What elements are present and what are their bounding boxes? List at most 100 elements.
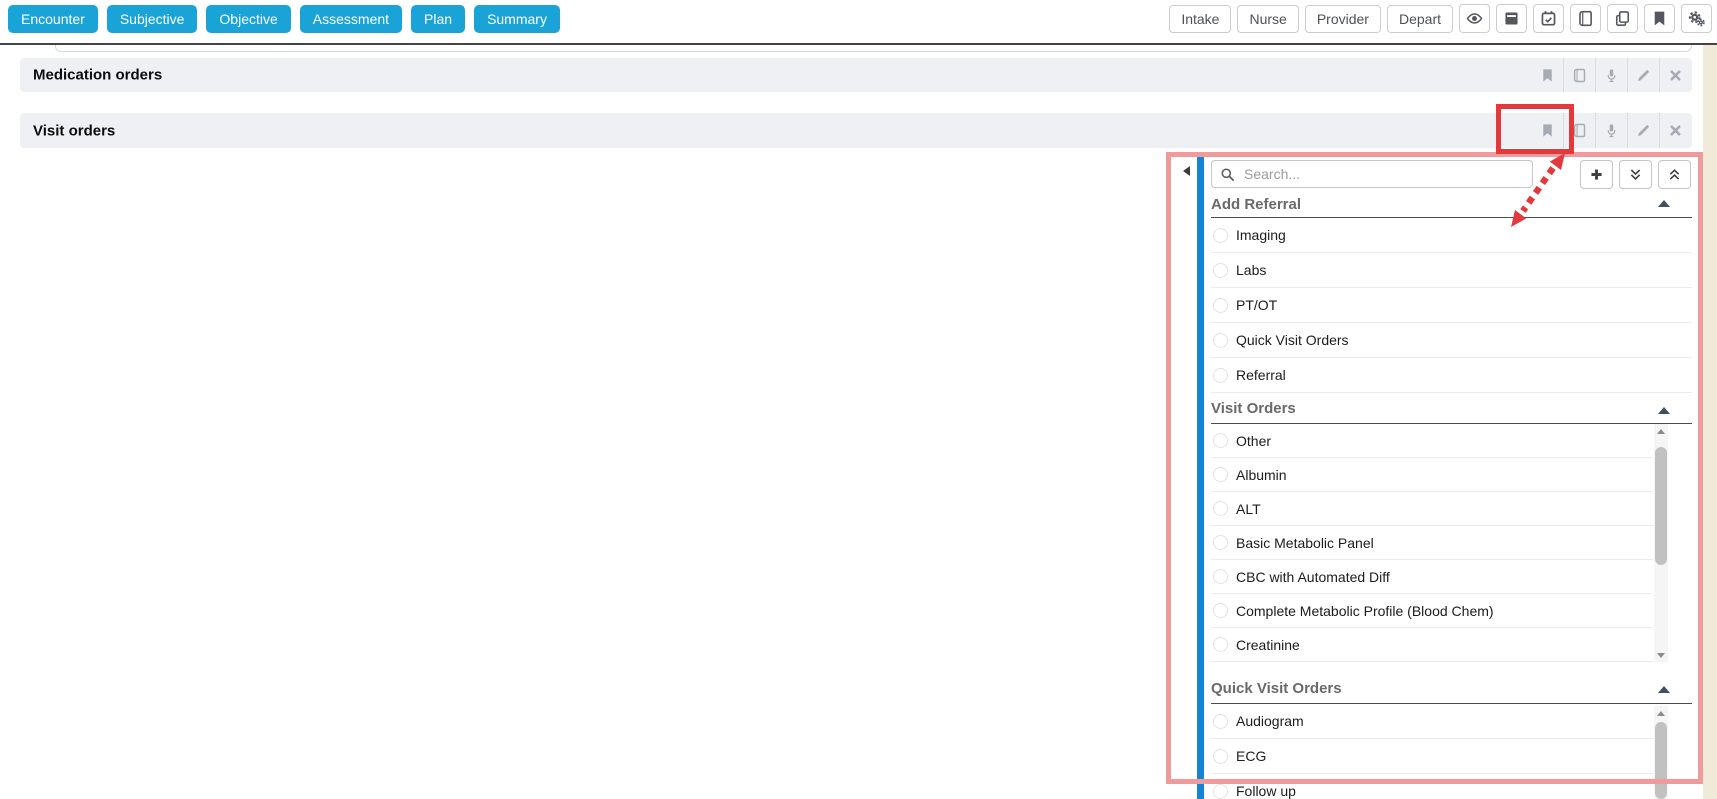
list-item-label: ECG	[1236, 748, 1266, 764]
radio-circle-icon	[1213, 714, 1228, 729]
nav-objective-button[interactable]: Objective	[206, 5, 290, 33]
section-bookmark-button[interactable]	[1532, 113, 1563, 148]
double-chevron-down-icon	[1628, 167, 1643, 182]
list-item[interactable]: Albumin	[1211, 458, 1653, 492]
radio-circle-icon	[1213, 569, 1228, 584]
radio-circle-icon	[1213, 535, 1228, 550]
radio-circle-icon	[1213, 501, 1228, 516]
nav-plan-button[interactable]: Plan	[411, 5, 465, 33]
section-close-button[interactable]	[1659, 58, 1691, 92]
bookmark-button[interactable]	[1644, 4, 1675, 33]
book-icon	[1577, 10, 1594, 27]
radio-circle-icon	[1213, 433, 1228, 448]
list-item[interactable]: Other	[1211, 424, 1653, 458]
nav-assessment-button[interactable]: Assessment	[300, 5, 402, 33]
list-item-label: Other	[1236, 433, 1271, 449]
collapse-group-icon[interactable]	[1658, 686, 1670, 693]
scroll-up-icon[interactable]	[1654, 424, 1668, 438]
section-edit-button[interactable]	[1627, 58, 1659, 92]
top-right-actions: Intake Nurse Provider Depart	[1169, 4, 1712, 33]
top-toolbar: Encounter Subjective Objective Assessmen…	[0, 0, 1717, 43]
panel-accent-bar	[1197, 157, 1204, 799]
page-scrollbar[interactable]	[1703, 45, 1717, 799]
radio-circle-icon	[1213, 228, 1228, 243]
list-item[interactable]: Quick Visit Orders	[1211, 323, 1692, 358]
list-item-label: Follow up	[1236, 783, 1296, 799]
group-header-visit-orders: Visit Orders	[1211, 400, 1651, 417]
microphone-icon	[1604, 123, 1619, 138]
section-book-button[interactable]	[1563, 58, 1595, 92]
radio-circle-icon	[1213, 749, 1228, 764]
section-icon-toolbar	[1532, 58, 1691, 92]
double-chevron-up-icon	[1667, 167, 1682, 182]
list-item-label: Imaging	[1236, 227, 1286, 243]
radio-circle-icon	[1213, 603, 1228, 618]
list-item[interactable]: Referral	[1211, 358, 1692, 393]
radio-circle-icon	[1213, 467, 1228, 482]
section-book-button[interactable]	[1563, 113, 1595, 148]
nurse-button[interactable]: Nurse	[1237, 5, 1298, 33]
depart-button[interactable]: Depart	[1387, 5, 1453, 33]
nav-subjective-button[interactable]: Subjective	[107, 5, 198, 33]
eye-icon	[1466, 10, 1483, 27]
scroll-down-icon[interactable]	[1654, 648, 1668, 662]
section-microphone-button[interactable]	[1595, 58, 1627, 92]
scroll-up-icon[interactable]	[1654, 706, 1668, 720]
archive-box-button[interactable]	[1496, 4, 1527, 33]
list-item[interactable]: ECG	[1211, 739, 1653, 774]
list-item[interactable]: Creatinine	[1211, 628, 1653, 662]
list-item[interactable]: Imaging	[1211, 218, 1692, 253]
copy-icon	[1614, 10, 1631, 27]
calendar-check-icon	[1540, 10, 1557, 27]
provider-button[interactable]: Provider	[1305, 5, 1381, 33]
list-item-label: Basic Metabolic Panel	[1236, 535, 1374, 551]
list-item[interactable]: Basic Metabolic Panel	[1211, 526, 1653, 560]
medication-orders-section-bar[interactable]: Medication orders	[20, 58, 1692, 92]
nav-summary-button[interactable]: Summary	[474, 5, 560, 33]
gears-button[interactable]	[1681, 4, 1712, 33]
copy-button[interactable]	[1607, 4, 1638, 33]
list-item[interactable]: PT/OT	[1211, 288, 1692, 323]
section-edit-button[interactable]	[1627, 113, 1659, 148]
search-box	[1211, 160, 1533, 188]
scrollbar-thumb[interactable]	[1655, 722, 1667, 799]
book-button[interactable]	[1570, 4, 1601, 33]
section-close-button[interactable]	[1659, 113, 1691, 148]
collapse-group-icon[interactable]	[1658, 407, 1670, 414]
ehr-screen: Encounter Subjective Objective Assessmen…	[0, 0, 1717, 799]
visit-orders-section-bar[interactable]: Visit orders	[20, 113, 1692, 148]
close-icon	[1668, 123, 1683, 138]
collapse-all-button[interactable]	[1658, 160, 1691, 189]
list-item[interactable]: Labs	[1211, 253, 1692, 288]
collapse-panel-arrow-icon[interactable]	[1183, 166, 1190, 176]
eye-button[interactable]	[1459, 4, 1490, 33]
section-bookmark-button[interactable]	[1532, 58, 1563, 92]
list-item[interactable]: Follow up	[1211, 774, 1653, 799]
calendar-check-button[interactable]	[1533, 4, 1564, 33]
section-microphone-button[interactable]	[1595, 113, 1627, 148]
collapse-group-icon[interactable]	[1658, 200, 1670, 207]
section-title: Visit orders	[33, 122, 115, 139]
list-item-label: Albumin	[1236, 467, 1287, 483]
list-item-label: Complete Metabolic Profile (Blood Chem)	[1236, 603, 1494, 619]
scrollbar-thumb[interactable]	[1655, 447, 1667, 565]
list-item[interactable]: Complete Metabolic Profile (Blood Chem)	[1211, 594, 1653, 628]
radio-circle-icon	[1213, 637, 1228, 652]
quick-visit-orders-scrollbar[interactable]	[1654, 706, 1668, 799]
visit-orders-list: Other Albumin ALT Basic Metabolic Panel …	[1211, 424, 1653, 662]
radio-circle-icon	[1213, 368, 1228, 383]
search-input[interactable]	[1242, 165, 1524, 183]
add-order-button[interactable]	[1580, 160, 1613, 189]
group-header-add-referral: Add Referral	[1211, 196, 1651, 213]
visit-orders-scrollbar[interactable]	[1654, 424, 1668, 662]
expand-all-button[interactable]	[1619, 160, 1652, 189]
section-icon-toolbar	[1532, 113, 1691, 148]
list-item[interactable]: CBC with Automated Diff	[1211, 560, 1653, 594]
bookmark-icon	[1651, 10, 1668, 27]
list-item[interactable]: Audiogram	[1211, 704, 1653, 739]
list-item[interactable]: ALT	[1211, 492, 1653, 526]
nav-encounter-button[interactable]: Encounter	[8, 5, 98, 33]
intake-button[interactable]: Intake	[1169, 5, 1231, 33]
list-item-label: PT/OT	[1236, 297, 1277, 313]
add-referral-list: Imaging Labs PT/OT Quick Visit Orders Re…	[1211, 218, 1692, 393]
